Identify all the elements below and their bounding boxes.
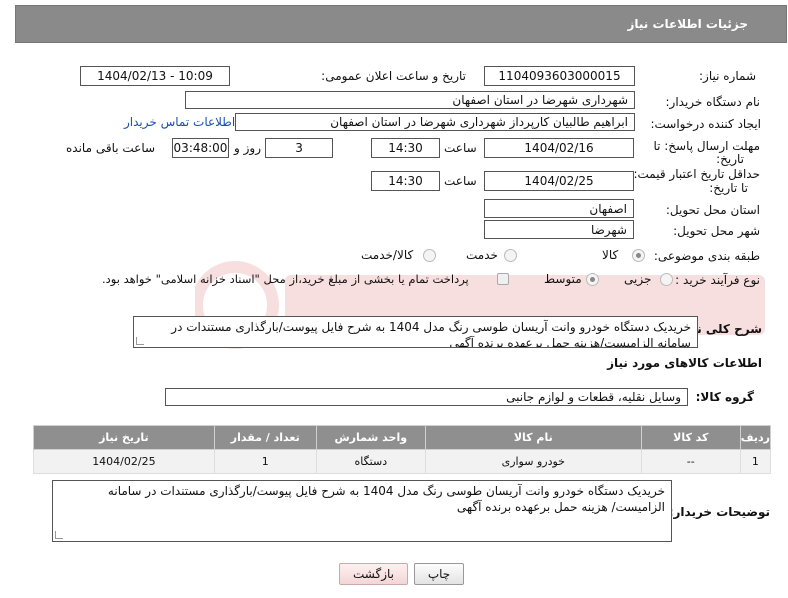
page-header: جزئیات اطلاعات نیاز — [15, 5, 787, 43]
cell-quantity: 1 — [213, 449, 317, 474]
creator-label: ایجاد کننده درخواست: — [650, 117, 761, 131]
buyer-notes-label: توضیحات خریدار: — [668, 505, 770, 519]
city-field: شهرضا — [484, 220, 634, 239]
col-name: نام کالا — [424, 425, 642, 450]
col-quantity: تعداد / مقدار — [213, 425, 317, 450]
need-number-label: شماره نیاز: — [699, 69, 756, 83]
back-button[interactable]: بازگشت — [339, 563, 408, 585]
category-radio-service[interactable] — [504, 249, 517, 262]
deadline-time-field: 14:30 — [371, 138, 440, 158]
province-field: اصفهان — [484, 199, 634, 218]
buyer-notes-textarea[interactable]: خریدیک دستگاه خودرو وانت آریسان طوسی رنگ… — [52, 480, 672, 542]
description-text: خریدیک دستگاه خودرو وانت آریسان طوسی رنگ… — [171, 320, 691, 348]
validity-time-label: ساعت — [444, 174, 477, 188]
city-label: شهر محل تحویل: — [673, 224, 760, 238]
category-option-goods: کالا — [602, 248, 619, 262]
category-radio-goods-service[interactable] — [423, 249, 436, 262]
validity-label-2: تا تاریخ: — [709, 181, 748, 195]
process-option-minor: جزیی — [624, 272, 652, 286]
goods-table: ردیف کد کالا نام کالا واحد شمارش تعداد /… — [33, 425, 772, 474]
treasury-checkbox[interactable] — [497, 273, 509, 285]
deadline-date-field: 1404/02/16 — [484, 138, 634, 158]
goods-table-header: ردیف کد کالا نام کالا واحد شمارش تعداد /… — [33, 425, 772, 450]
deadline-label: مهلت ارسال پاسخ: تا — [653, 139, 760, 153]
need-number-field: 1104093603000015 — [484, 66, 635, 86]
announce-field: 1404/02/13 - 10:09 — [80, 66, 230, 86]
goods-group-label: گروه کالا: — [695, 390, 754, 404]
col-code: کد کالا — [640, 425, 741, 450]
col-unit: واحد شمارش — [315, 425, 426, 450]
remaining-time-field: 03:48:00 — [172, 138, 229, 158]
process-label: نوع فرآیند خرید : — [675, 273, 760, 287]
buyer-notes-text: خریدیک دستگاه خودرو وانت آریسان طوسی رنگ… — [107, 484, 665, 514]
deadline-time-label: ساعت — [444, 141, 477, 155]
deadline-label-2: تاریخ: — [716, 152, 744, 166]
buyer-org-label: نام دستگاه خریدار: — [665, 95, 761, 109]
remaining-label: ساعت باقی مانده — [66, 141, 156, 155]
goods-group-field: وسایل نقلیه، قطعات و لوازم جانبی — [165, 388, 688, 406]
cell-date: 1404/02/25 — [33, 449, 215, 474]
category-radio-goods[interactable] — [632, 249, 645, 262]
days-field: 3 — [265, 138, 333, 158]
category-option-service: خدمت — [466, 248, 498, 262]
col-row: ردیف — [739, 425, 772, 450]
process-option-medium: متوسط — [544, 272, 582, 286]
resize-grip-icon[interactable] — [136, 337, 144, 345]
resize-grip-icon[interactable] — [55, 531, 63, 539]
category-label: طبقه بندی موضوعی: — [653, 249, 760, 263]
col-date: تاریخ نیاز — [33, 425, 215, 450]
buyer-org-field: شهرداری شهرضا در استان اصفهان — [185, 91, 635, 109]
process-radio-medium[interactable] — [586, 273, 599, 286]
cell-name: خودرو سواری — [424, 449, 642, 474]
creator-field: ابراهیم طالبیان کارپرداز شهرداری شهرضا د… — [235, 113, 635, 131]
table-row: 1 -- خودرو سواری دستگاه 1 1404/02/25 — [33, 449, 772, 474]
days-label: روز و — [234, 141, 261, 155]
category-option-goods-service: کالا/خدمت — [361, 248, 414, 262]
validity-label: حداقل تاریخ اعتبار قیمت: — [633, 167, 760, 181]
page-title: جزئیات اطلاعات نیاز — [627, 17, 748, 31]
announce-label: تاریخ و ساعت اعلان عمومی: — [321, 69, 466, 83]
buyer-contact-link[interactable]: اطلاعات تماس خریدار — [124, 115, 235, 129]
validity-date-field: 1404/02/25 — [484, 171, 634, 191]
description-textarea[interactable]: خریدیک دستگاه خودرو وانت آریسان طوسی رنگ… — [133, 316, 698, 348]
cell-code: -- — [640, 449, 741, 474]
validity-time-field: 14:30 — [371, 171, 440, 191]
cell-unit: دستگاه — [315, 449, 426, 474]
goods-section-title: اطلاعات کالاهای مورد نیاز — [607, 356, 762, 370]
cell-row: 1 — [739, 449, 772, 474]
payment-note: پرداخت تمام یا بخشی از مبلغ خرید،از محل … — [102, 272, 469, 286]
process-radio-minor[interactable] — [660, 273, 673, 286]
print-button[interactable]: چاپ — [414, 563, 464, 585]
province-label: استان محل تحویل: — [665, 203, 760, 217]
